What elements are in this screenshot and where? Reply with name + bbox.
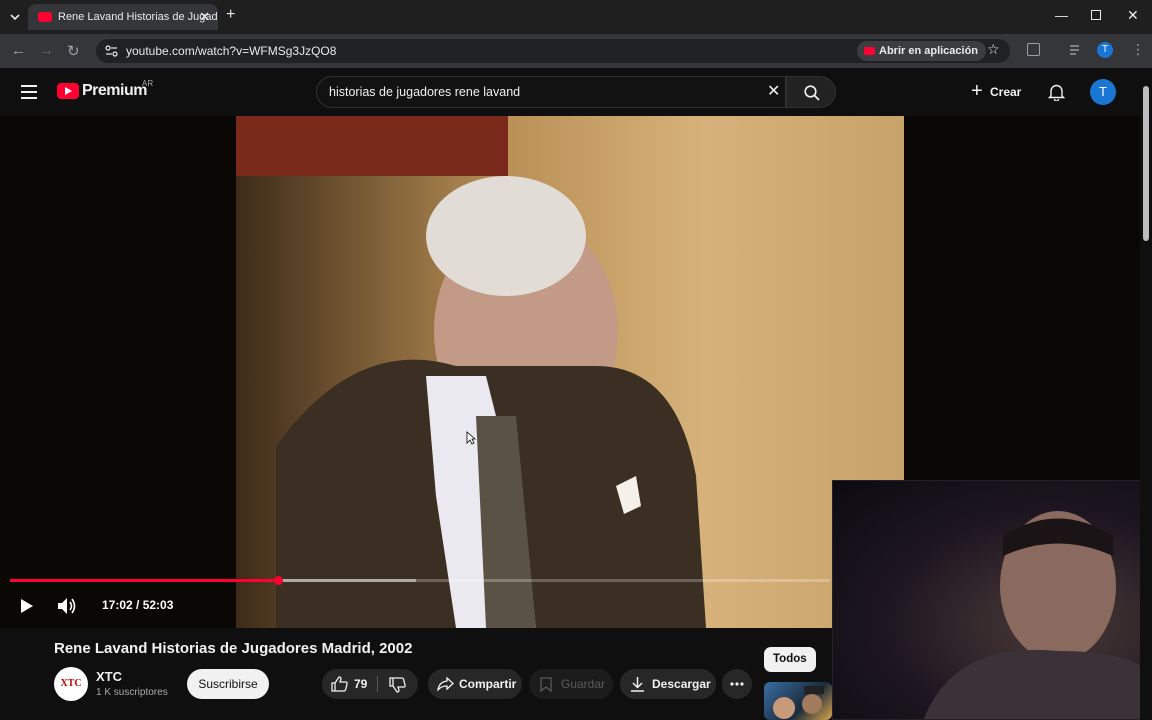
bookmark-star-icon[interactable]: ☆ (987, 41, 1000, 58)
page-scrollbar-thumb[interactable] (1143, 86, 1149, 241)
window-close-icon[interactable]: ✕ (1127, 7, 1139, 24)
webcam-person-image (923, 511, 1151, 719)
reload-icon[interactable]: ↻ (67, 42, 80, 60)
webcam-overlay (832, 480, 1152, 720)
clear-search-icon[interactable]: ✕ (767, 77, 780, 107)
channel-avatar[interactable]: XTC (54, 667, 88, 701)
minimize-icon[interactable]: — (1055, 8, 1068, 23)
volume-icon[interactable] (57, 597, 77, 615)
save-label: Guardar (561, 677, 606, 691)
restore-icon[interactable] (1091, 10, 1101, 20)
subscribe-button[interactable]: Suscribirse (187, 669, 269, 699)
open-in-app-button[interactable]: Abrir en aplicación (857, 41, 987, 61)
media-controls-icon[interactable] (1070, 44, 1083, 56)
youtube-logo-icon[interactable] (57, 83, 79, 99)
plus-icon: + (971, 80, 983, 102)
save-button[interactable]: Guardar (529, 669, 613, 699)
video-frame (236, 116, 904, 628)
browser-tab[interactable]: Rene Lavand Historias de Jugadores ✕ (28, 4, 218, 30)
share-icon (437, 677, 454, 691)
download-label: Descargar (652, 677, 711, 691)
recommended-video-thumbnail[interactable] (764, 682, 832, 720)
progress-scrubber-handle[interactable] (273, 576, 283, 585)
more-horizontal-icon (730, 682, 744, 686)
video-person-shape (276, 176, 706, 628)
create-label: Crear (990, 85, 1022, 99)
region-code: AR (142, 79, 154, 88)
account-avatar[interactable]: T (1090, 79, 1116, 105)
url-text: youtube.com/watch?v=WFMSg3JzQO8 (126, 44, 337, 58)
search-button[interactable] (786, 76, 836, 108)
youtube-app-icon (864, 47, 875, 55)
filter-chip-all[interactable]: Todos (764, 647, 816, 672)
dislike-icon[interactable] (389, 677, 406, 693)
extensions-icon[interactable] (1027, 43, 1040, 56)
mouse-cursor-icon (466, 431, 476, 445)
browser-menu-icon[interactable]: ⋮ (1131, 41, 1145, 58)
like-count: 79 (354, 677, 368, 691)
notifications-bell-icon[interactable] (1048, 83, 1065, 101)
thumbnail-faces-image (773, 686, 824, 719)
tab-list-chevron-icon[interactable] (9, 11, 21, 23)
search-input-value: historias de jugadores rene lavand (329, 85, 521, 99)
back-icon[interactable]: ← (11, 42, 26, 59)
subscriber-count: 1 K suscriptores (96, 687, 168, 698)
profile-avatar[interactable]: T (1097, 42, 1113, 58)
share-label: Compartir (459, 677, 517, 691)
download-button[interactable]: Descargar (620, 669, 716, 699)
create-button[interactable]: + Crear (968, 80, 1021, 104)
new-tab-icon[interactable]: + (226, 6, 235, 24)
tab-close-icon[interactable]: ✕ (199, 9, 210, 25)
more-actions-button[interactable] (722, 669, 752, 699)
like-dislike-group: 79 (322, 669, 418, 699)
search-input[interactable]: historias de jugadores rene lavand ✕ (316, 76, 786, 108)
like-icon[interactable] (331, 676, 348, 692)
share-button[interactable]: Compartir (428, 669, 522, 699)
search-icon (804, 85, 820, 101)
time-display: 17:02 / 52:03 (102, 598, 174, 612)
youtube-premium-wordmark[interactable]: Premium (82, 82, 147, 100)
video-title: Rene Lavand Historias de Jugadores Madri… (54, 640, 413, 657)
channel-name[interactable]: XTC (96, 669, 122, 684)
like-divider (377, 676, 378, 692)
hamburger-menu-icon[interactable] (21, 85, 37, 99)
download-icon (631, 677, 644, 692)
forward-icon[interactable]: → (39, 42, 54, 59)
save-bookmark-icon (540, 677, 552, 692)
site-settings-icon[interactable] (105, 45, 118, 57)
browser-tab-strip: Rene Lavand Historias de Jugadores ✕ + —… (0, 0, 1152, 34)
youtube-favicon-icon (38, 12, 52, 22)
progress-played (10, 579, 279, 582)
open-in-app-label: Abrir en aplicación (879, 45, 979, 57)
tab-title: Rene Lavand Historias de Jugadores (58, 11, 218, 23)
play-icon[interactable] (20, 598, 34, 614)
